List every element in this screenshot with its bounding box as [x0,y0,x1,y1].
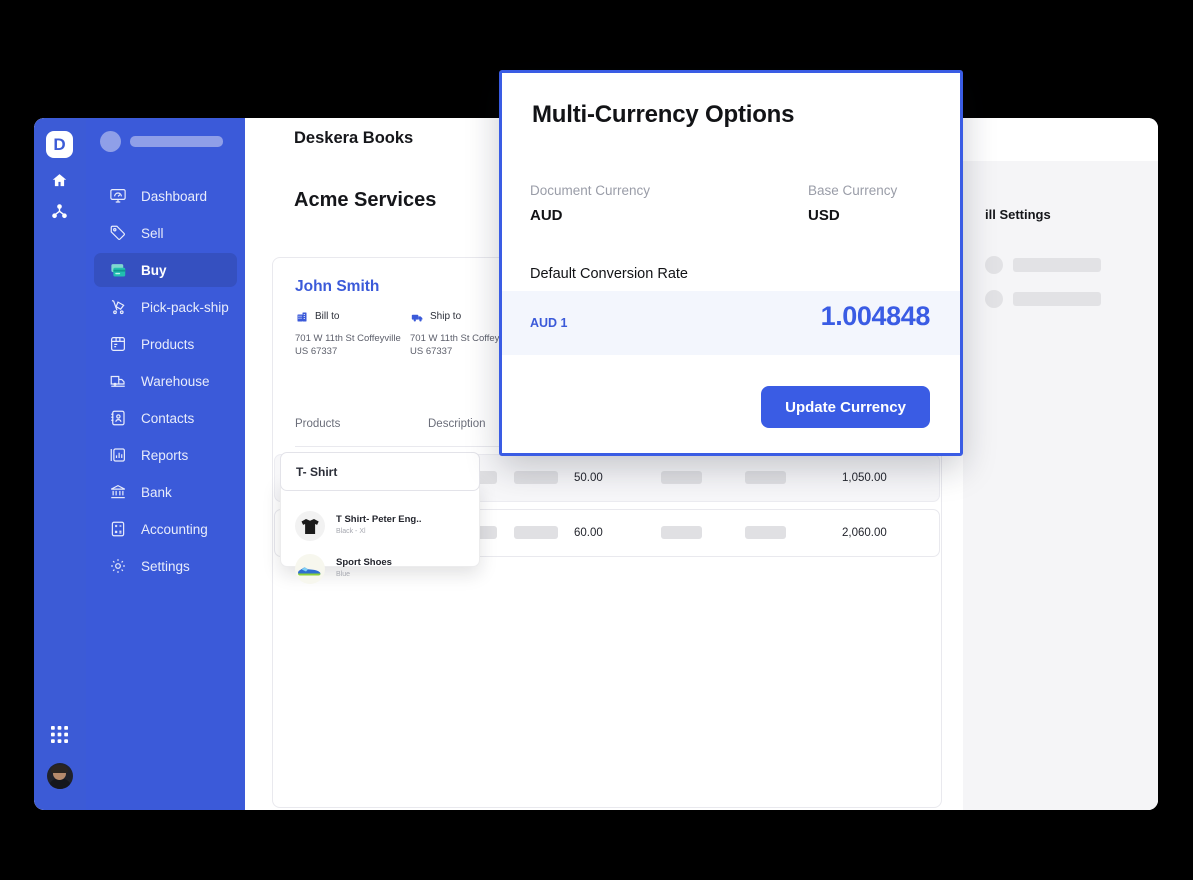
sidebar-item-label: Bank [141,484,172,500]
sidebar-item-accounting[interactable]: Accounting [94,512,237,546]
row-amount: 2,060.00 [842,527,887,539]
row-tax-placeholder [745,471,786,484]
bill-settings-panel: ill Settings [963,161,1158,810]
sidebar-item-pick-pack-ship[interactable]: Pick-pack-ship [94,290,237,324]
company-avatar-placeholder [100,131,121,152]
column-header-description: Description [428,418,486,430]
shoe-thumbnail [295,553,325,584]
base-currency-label: Base Currency [808,183,898,198]
building-icon [295,310,309,324]
apps-grid-icon[interactable] [47,722,71,746]
row-tax-placeholder [745,526,786,539]
ship-to-label: Ship to [430,311,462,322]
home-icon[interactable] [47,168,71,192]
document-title: Acme Services [294,189,437,211]
product-autocomplete: T Shirt- Peter Eng.. Black - Xl Sport Sh… [280,452,480,584]
sidebar-item-label: Contacts [141,410,195,426]
truck-icon [107,370,129,392]
sidebar-item-sell[interactable]: Sell [94,216,237,250]
dashboard-icon [107,185,129,207]
product-text: Sport Shoes Blue [336,557,392,580]
bill-to-label: Bill to [315,311,340,322]
app-rail: D [34,118,86,810]
company-name-placeholder [130,136,223,147]
tshirt-thumbnail [295,510,325,541]
update-currency-button[interactable]: Update Currency [761,386,930,428]
product-variant: Black - Xl [336,528,366,536]
setting-label-placeholder [1013,258,1101,272]
rate-from-currency: AUD 1 [530,316,568,330]
modal-title: Multi-Currency Options [532,101,795,128]
avatar-hair [51,765,68,773]
sidebar-item-label: Settings [141,558,190,574]
row-unit-price: 60.00 [574,527,603,539]
sidebar-item-warehouse[interactable]: Warehouse [94,364,237,398]
share-nodes-icon[interactable] [47,199,71,223]
sidebar-item-label: Dashboard [141,188,208,204]
document-currency-value[interactable]: AUD [530,207,563,224]
row-discount-placeholder [661,526,702,539]
cards-icon [107,259,129,281]
sidebar-header-placeholder [86,118,245,161]
gear-icon [107,555,129,577]
row-discount-placeholder [661,471,702,484]
tag-icon [107,222,129,244]
rate-value[interactable]: 1.004848 [821,301,931,332]
sidebar-item-label: Warehouse [141,373,210,389]
sidebar-item-settings[interactable]: Settings [94,549,237,583]
product-variant: Blue [336,571,351,579]
base-currency-value[interactable]: USD [808,207,840,224]
page-title: Deskera Books [294,129,414,147]
conversion-rate-row: AUD 1 1.004848 [502,291,960,355]
sidebar-menu: Dashboard Sell Buy Pick-pack-ship Produc… [86,161,245,583]
sidebar-item-label: Pick-pack-ship [141,299,229,315]
contact-book-icon [107,407,129,429]
sidebar-item-label: Products [141,336,195,352]
setting-label-placeholder [1013,292,1101,306]
product-text: T Shirt- Peter Eng.. Black - Xl [336,514,422,537]
bar-chart-icon [107,444,129,466]
sidebar-item-buy[interactable]: Buy [94,253,237,287]
trolley-icon [107,296,129,318]
list-item[interactable]: T Shirt- Peter Eng.. Black - Xl [281,504,479,547]
bill-to-block: Bill to 701 W 11th St Coffeyville US 673… [295,310,401,359]
product-search-input[interactable]: T- Shirt [280,452,480,491]
calculator-icon [107,518,129,540]
row-qty-placeholder [514,471,558,484]
sidebar: Dashboard Sell Buy Pick-pack-ship Produc… [86,118,245,810]
deskera-logo-icon[interactable]: D [46,131,73,158]
product-options-menu: T Shirt- Peter Eng.. Black - Xl Sport Sh… [280,481,480,584]
row-amount: 1,050.00 [842,472,887,484]
screenshot-stage: D Dashboard Sell Buy Pick-pack-ship Prod… [0,0,1193,880]
sidebar-item-dashboard[interactable]: Dashboard [94,179,237,213]
conversion-rate-label: Default Conversion Rate [530,266,688,282]
row-unit-price: 50.00 [574,472,603,484]
row-qty-placeholder [514,526,558,539]
sidebar-item-contacts[interactable]: Contacts [94,401,237,435]
document-currency-label: Document Currency [530,183,651,198]
product-name: T Shirt- Peter Eng.. [336,513,422,525]
bill-to-address: 701 W 11th St Coffeyville US 67337 [295,332,401,358]
avatar-body [49,779,71,789]
list-item[interactable]: Sport Shoes Blue [281,547,479,590]
sidebar-item-bank[interactable]: Bank [94,475,237,509]
sidebar-item-products[interactable]: Products [94,327,237,361]
column-header-products: Products [295,418,341,430]
sidebar-item-label: Sell [141,225,164,241]
customer-name[interactable]: John Smith [295,278,379,296]
bill-settings-title: ill Settings [985,207,1051,222]
user-avatar[interactable] [47,763,73,789]
box-icon [107,333,129,355]
truck-icon [410,310,424,324]
sidebar-item-reports[interactable]: Reports [94,438,237,472]
multi-currency-modal: Multi-Currency Options Document Currency… [499,70,963,456]
toggle-placeholder[interactable] [985,290,1003,308]
sidebar-item-label: Buy [141,262,167,278]
product-name: Sport Shoes [336,556,392,568]
toggle-placeholder[interactable] [985,256,1003,274]
bank-icon [107,481,129,503]
sidebar-item-label: Reports [141,447,189,463]
sidebar-item-label: Accounting [141,521,208,537]
bill-to-header: Bill to [295,310,401,325]
